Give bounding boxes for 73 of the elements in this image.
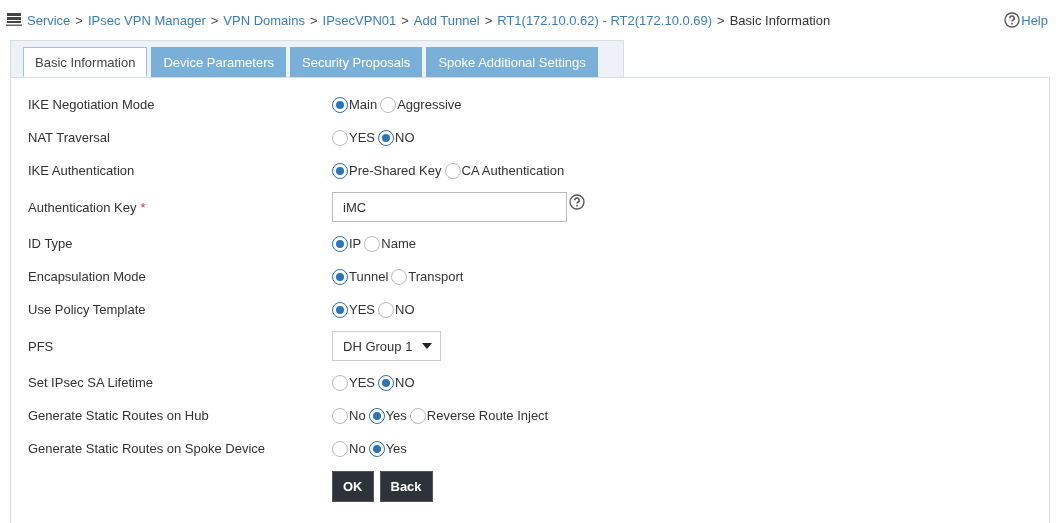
field-label: IKE Authentication [28,163,135,178]
radio-button[interactable] [332,235,348,252]
radio-button[interactable] [378,374,394,391]
help-icon[interactable] [569,194,585,210]
required-mark: * [140,199,146,215]
tab[interactable]: Basic Information [23,47,148,77]
breadcrumb-current: Basic Information [729,12,831,28]
radio-button[interactable] [378,129,394,146]
radio-button[interactable] [332,407,348,424]
radio-button[interactable] [332,301,348,318]
field-label: IKE Negotiation Mode [28,97,155,112]
radio-button[interactable] [380,96,397,113]
radio-option[interactable]: No [332,440,366,457]
radio-button[interactable] [332,96,348,113]
radio-option[interactable]: Yes [368,407,407,424]
radio-button[interactable] [332,129,348,146]
radio-option[interactable]: NO [378,301,415,318]
radio-option[interactable]: YES [332,301,375,318]
radio-option[interactable]: NO [378,129,415,146]
caret-icon [422,343,432,349]
breadcrumb-separator: > [401,12,409,28]
breadcrumb-link[interactable]: RT1(172.10.0.62) - RT2(172.10.0.69) [497,12,713,28]
radio-option[interactable]: Aggressive [380,96,462,113]
breadcrumb-link[interactable]: IPsec VPN Manager [87,12,206,28]
radio-button[interactable] [332,268,348,285]
radio-option[interactable]: Transport [391,268,464,285]
field-label: NAT Traversal [28,130,110,145]
breadcrumb-separator: > [717,12,725,28]
breadcrumb-separator: > [75,12,83,28]
ok-button[interactable]: OK [332,471,374,502]
radio-option[interactable]: YES [332,374,375,391]
radio-button[interactable] [332,440,348,457]
radio-option[interactable]: Reverse Route Inject [409,407,549,424]
breadcrumb-link[interactable]: IPsecVPN01 [322,12,397,28]
radio-button[interactable] [332,162,348,179]
authentication-key-field[interactable]: iMC [332,192,567,222]
field-label: Set IPsec SA Lifetime [28,375,153,390]
radio-option[interactable]: No [332,407,366,424]
field-label: Generate Static Routes on Hub [28,408,209,423]
radio-option[interactable]: Yes [368,440,407,457]
radio-button[interactable] [409,407,426,424]
radio-option[interactable]: CA Authentication [444,162,565,179]
radio-option[interactable]: YES [332,129,375,146]
radio-button[interactable] [332,374,348,391]
pfs-dropdown[interactable]: DH Group 1 [332,331,441,361]
radio-button[interactable] [378,301,394,318]
radio-button[interactable] [391,268,408,285]
radio-option[interactable]: NO [378,374,415,391]
back-button[interactable]: Back [379,471,433,502]
radio-option[interactable]: Name [364,235,416,252]
breadcrumb-separator: > [309,12,318,28]
breadcrumb-separator: > [484,12,493,28]
radio-option[interactable]: Main [332,96,378,113]
radio-option[interactable]: IP [332,235,362,252]
breadcrumb-link[interactable]: VPN Domains [223,12,305,28]
breadcrumb-link[interactable]: Service [27,12,71,28]
field-label: Authentication Key [28,199,137,215]
field-label: Use Policy Template [28,302,146,317]
radio-option[interactable]: Tunnel [332,268,389,285]
radio-button[interactable] [368,440,385,457]
radio-button[interactable] [368,407,385,424]
field-label: ID Type [28,236,73,251]
radio-option[interactable]: Pre-Shared Key [332,162,442,179]
breadcrumb-link[interactable]: Add Tunnel [413,12,480,28]
field-label: Generate Static Routes on Spoke Device [28,441,266,456]
breadcrumb-separator: > [210,12,219,28]
radio-button[interactable] [444,162,461,179]
field-label: Encapsulation Mode [28,269,146,284]
server-icon [6,13,22,27]
help-link[interactable]: Help [1004,12,1048,28]
help-icon [1004,12,1021,28]
radio-button[interactable] [364,235,381,252]
field-label: PFS [28,338,54,354]
